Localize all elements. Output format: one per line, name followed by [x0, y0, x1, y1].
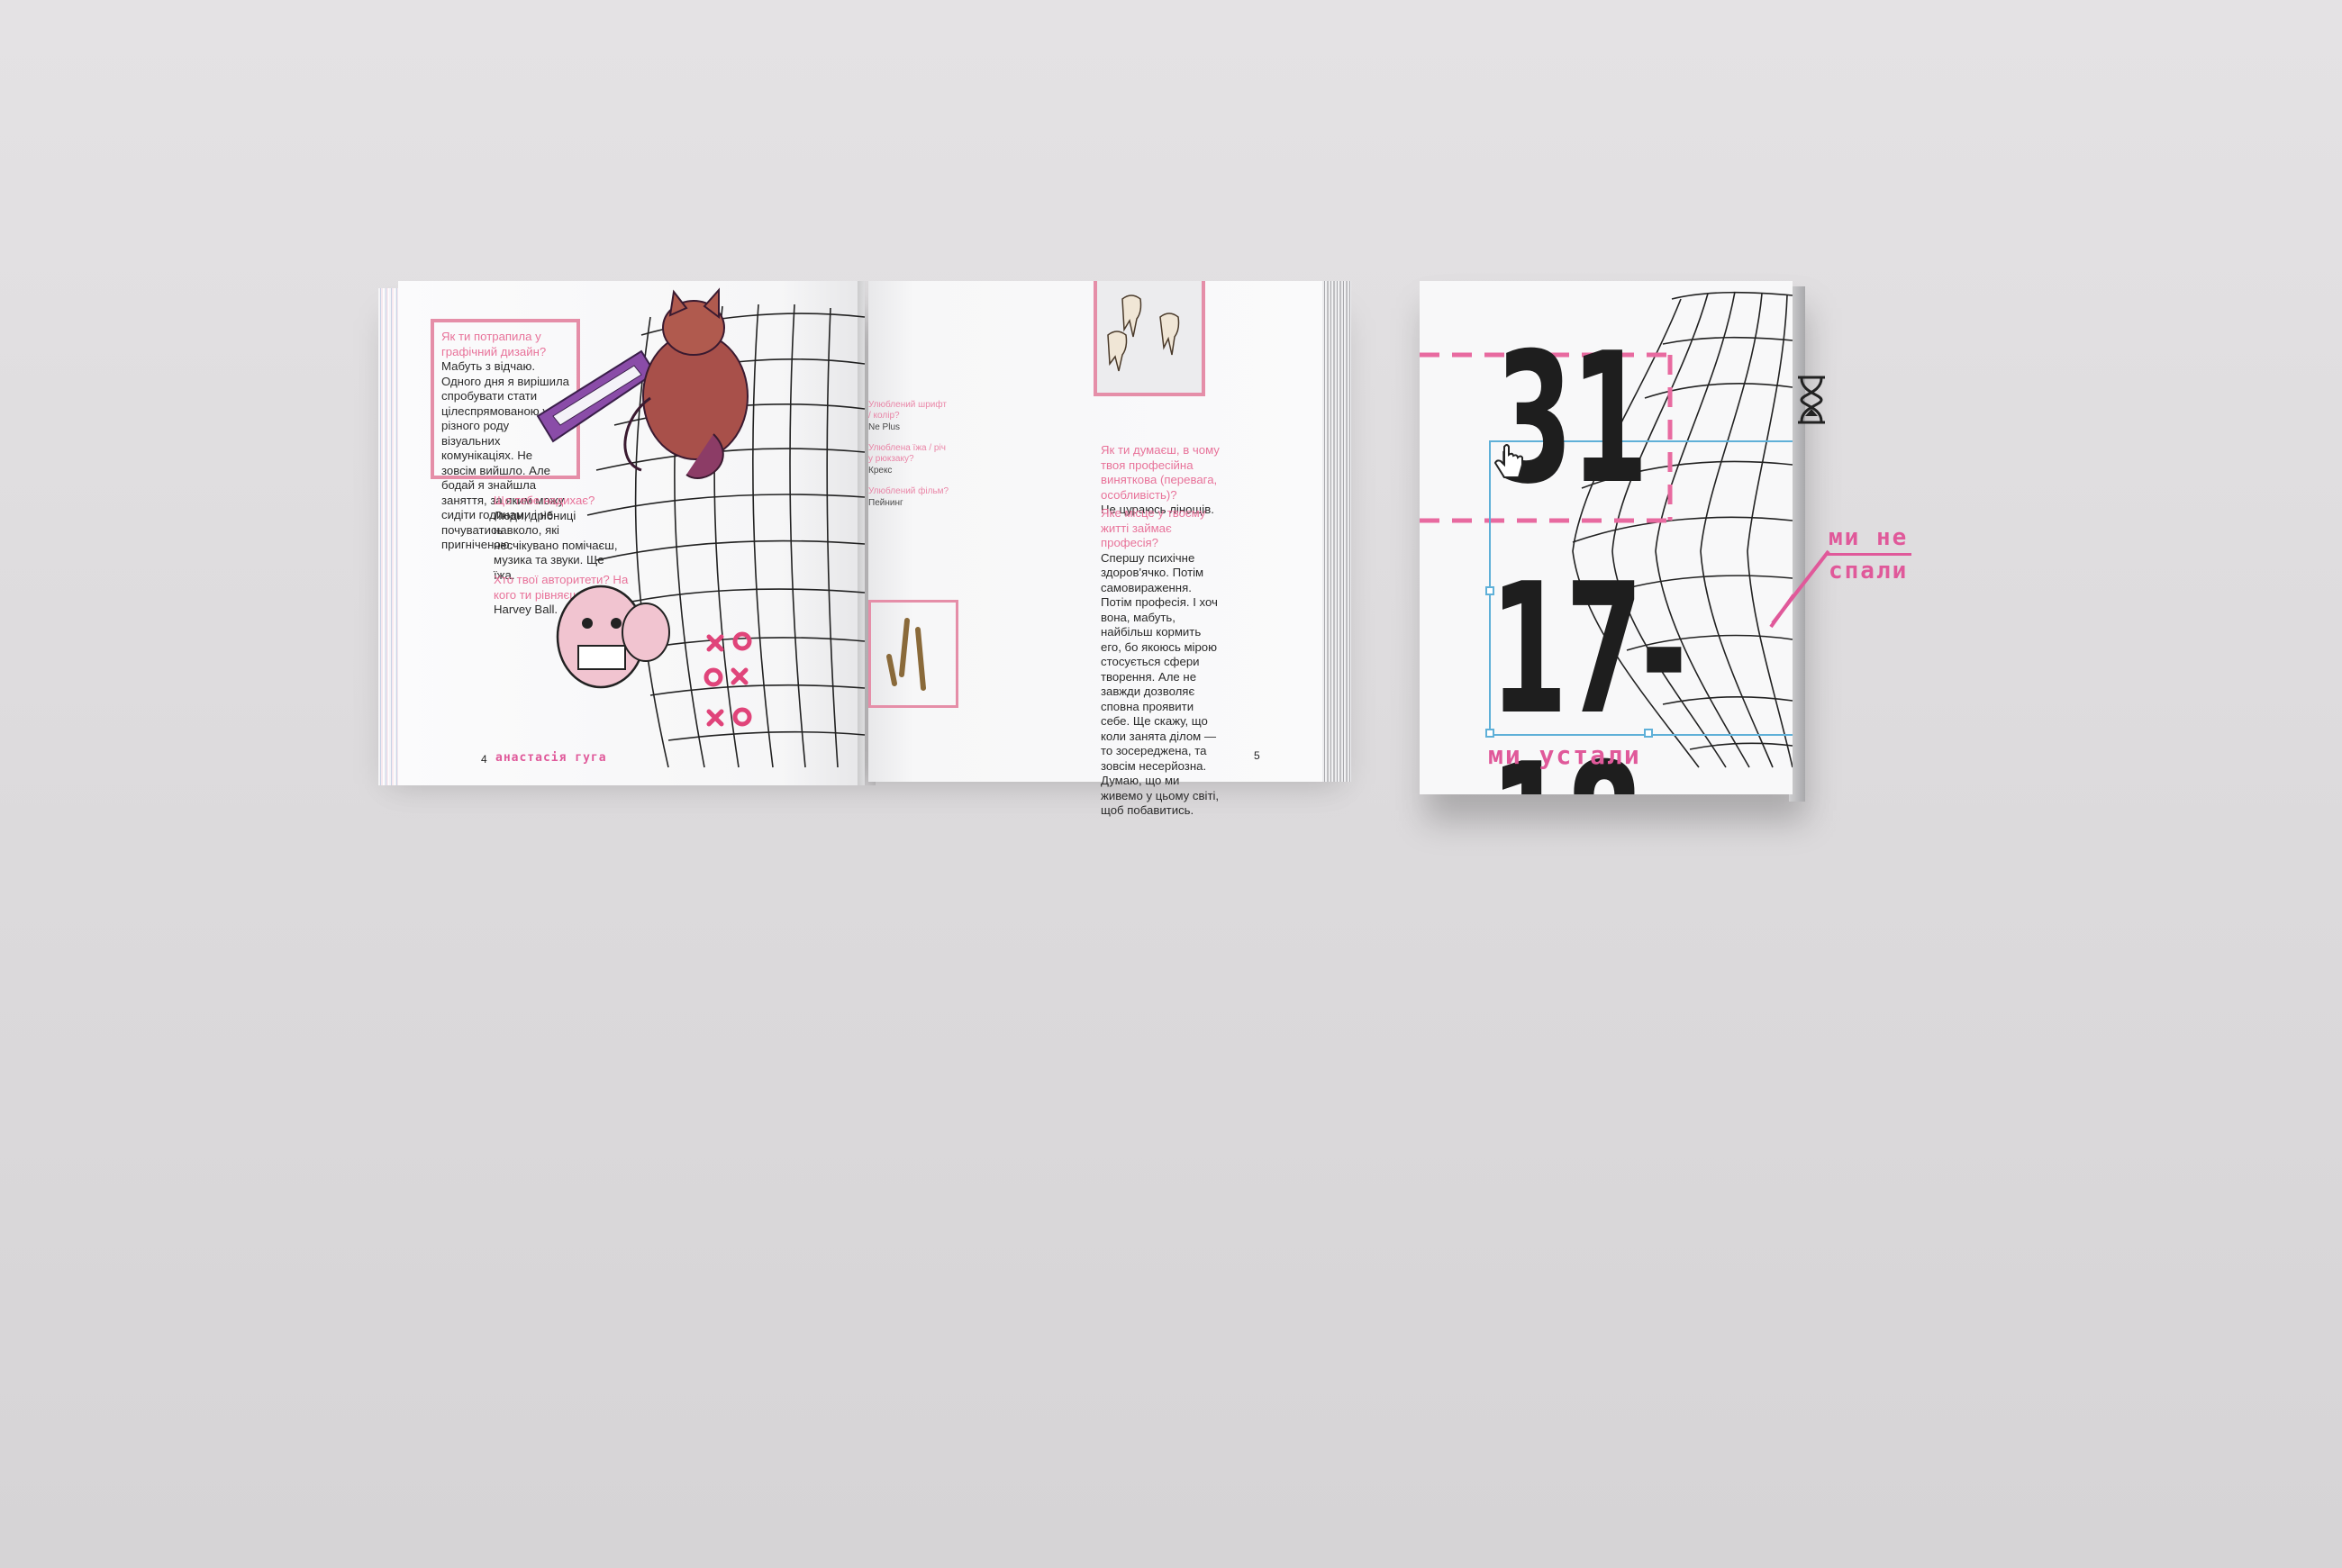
open-book-spread: Як ти потрапила у графічний дизайн? Мабу… — [378, 281, 1351, 817]
hand-cursor-icon — [1493, 444, 1523, 478]
page-edges-left — [378, 288, 400, 785]
answer-profession-place: Спершу психічне здоров'ячко. Потім самов… — [1101, 550, 1220, 818]
teeth-illustration-frame — [1094, 281, 1205, 396]
small-question-3: Улюблений фільм? — [868, 486, 949, 496]
cover-number-top: 31 — [1495, 314, 1648, 524]
small-question-1: Улюблений шрифт / колір? — [868, 400, 947, 421]
small-question-2: Улюблена їжа / річ у рюкзаку? — [868, 443, 946, 464]
hourglass-icon — [1798, 376, 1825, 424]
grimace-face-illustration — [556, 585, 670, 689]
cover-handwritten-side: ми не спали — [1825, 522, 1912, 586]
small-answer-3: Пейнинг — [868, 498, 903, 508]
handwriting-pointer-line — [1771, 549, 1830, 625]
cover-handwritten-bottom: ми устали — [1488, 740, 1641, 770]
question-professional-edge: Як ти думаєш, в чому твоя професійна вин… — [1101, 443, 1220, 502]
left-footer-name: анастасія гуга — [495, 751, 607, 765]
question-profession-place: Яке місце у твоєму житті займає професія… — [1101, 506, 1206, 549]
left-page-number: 4 — [481, 753, 487, 766]
small-answer-1: Ne Plus — [868, 422, 901, 432]
tic-tac-toe-marks — [704, 631, 752, 727]
small-answer-2: Крекс — [868, 466, 893, 476]
right-page-number: 5 — [1254, 749, 1260, 762]
cigarette-illustration-frame — [868, 600, 958, 708]
right-page: Улюблений шрифт / колір? Ne Plus Улюблен… — [868, 281, 1322, 817]
synth-keyboard-illustration — [536, 349, 657, 443]
cover-page: 31 17-18 ми устали — [1420, 281, 1793, 794]
left-page-illustration — [536, 287, 866, 768]
qa-profession-place: Яке місце у твоєму житті займає професія… — [1101, 506, 1223, 819]
cigarette-butts-illustration — [886, 618, 926, 691]
teeth-illustration — [1107, 295, 1180, 372]
handwritten-line-1: ми не — [1829, 524, 1909, 551]
handwritten-line-2: спали — [1829, 557, 1909, 585]
page-edges-right — [1321, 281, 1351, 782]
left-page: Як ти потрапила у графічний дизайн? Мабу… — [398, 281, 866, 785]
closed-book: 31 17-18 ми устали — [1420, 281, 1807, 821]
small-qa-column: Улюблений шрифт / колір? Ne Plus Улюблен… — [868, 400, 949, 510]
